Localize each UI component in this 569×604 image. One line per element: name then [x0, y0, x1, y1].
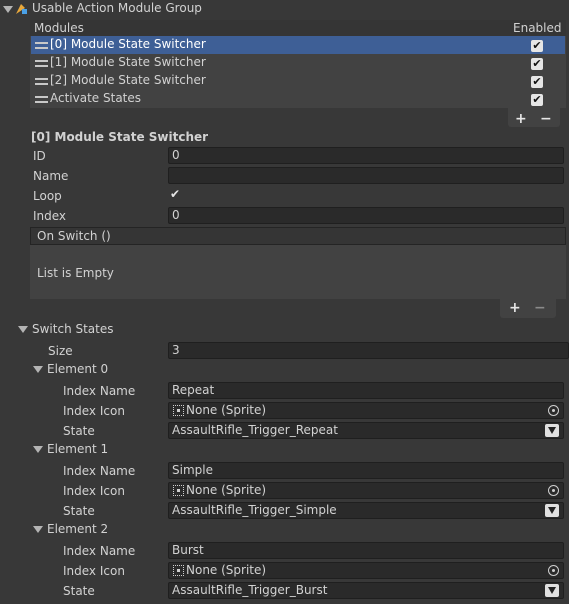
index-name-label: Index Name	[63, 464, 136, 478]
index-name-label: Index Name	[63, 544, 136, 558]
add-module-button[interactable]: +	[515, 109, 527, 129]
component-title: Usable Action Module Group	[32, 1, 202, 15]
empty-list-text: List is Empty	[37, 266, 114, 280]
index-icon-label: Index Icon	[63, 404, 125, 418]
index-icon-value: None (Sprite)	[186, 563, 267, 577]
size-field[interactable]: 3	[168, 342, 569, 359]
index-icon-label: Index Icon	[63, 564, 125, 578]
object-picker-icon[interactable]	[548, 485, 559, 496]
object-picker-icon[interactable]	[548, 405, 559, 416]
index-name-label: Index Name	[63, 384, 136, 398]
selected-module-title: [0] Module State Switcher	[31, 130, 209, 144]
state-dropdown[interactable]: AssaultRifle_Trigger_Repeat	[168, 422, 564, 439]
triangle-down-icon[interactable]	[33, 366, 43, 373]
loop-label: Loop	[33, 189, 62, 203]
enabled-checkbox[interactable]: ✔	[531, 40, 543, 52]
enabled-column-header: Enabled	[513, 21, 562, 35]
index-field[interactable]: 0	[168, 207, 564, 224]
state-label: State	[63, 504, 95, 518]
drag-handle-icon[interactable]	[35, 78, 48, 85]
name-label: Name	[33, 169, 69, 183]
loop-checkbox[interactable]: ✔	[170, 188, 182, 200]
sprite-icon	[173, 405, 184, 416]
id-label: ID	[33, 149, 46, 163]
name-field[interactable]	[168, 167, 564, 184]
id-field[interactable]: 0	[168, 147, 564, 164]
state-dropdown[interactable]: AssaultRifle_Trigger_Burst	[168, 582, 564, 599]
element-label[interactable]: Element 1	[47, 439, 108, 459]
index-name-field[interactable]: Repeat	[168, 382, 564, 399]
index-icon-field[interactable]: None (Sprite)	[168, 402, 564, 419]
index-name-field[interactable]: Burst	[168, 542, 564, 559]
modules-list-row-label: Activate States	[50, 91, 142, 105]
modules-list-row-label: [0] Module State Switcher	[50, 37, 206, 51]
on-switch-label: On Switch ()	[37, 229, 111, 243]
remove-module-button[interactable]: −	[540, 109, 552, 129]
sprite-icon	[173, 485, 184, 496]
triangle-down-icon[interactable]	[33, 446, 43, 453]
index-icon-field[interactable]: None (Sprite)	[168, 562, 564, 579]
modules-list-row-label: [2] Module State Switcher	[50, 73, 206, 87]
enabled-checkbox[interactable]: ✔	[531, 94, 543, 106]
remove-listener-button[interactable]: −	[534, 298, 546, 318]
element-label[interactable]: Element 0	[47, 359, 108, 379]
script-component-icon	[14, 2, 28, 16]
element-label[interactable]: Element 2	[47, 519, 108, 539]
index-icon-value: None (Sprite)	[186, 483, 267, 497]
drag-handle-icon[interactable]	[35, 96, 48, 103]
index-icon-field[interactable]: None (Sprite)	[168, 482, 564, 499]
modules-list-row-label: [1] Module State Switcher	[50, 55, 206, 69]
triangle-down-icon[interactable]	[18, 326, 28, 333]
state-dropdown[interactable]: AssaultRifle_Trigger_Simple	[168, 502, 564, 519]
dropdown-arrow-icon[interactable]	[545, 584, 559, 597]
dropdown-arrow-icon[interactable]	[545, 424, 559, 437]
add-listener-button[interactable]: +	[509, 298, 521, 318]
enabled-checkbox[interactable]: ✔	[531, 76, 543, 88]
header-foldout-icon[interactable]	[3, 6, 13, 13]
switch-states-label[interactable]: Switch States	[32, 319, 114, 339]
state-label: State	[63, 584, 95, 598]
object-picker-icon[interactable]	[548, 565, 559, 576]
sprite-icon	[173, 565, 184, 576]
drag-handle-icon[interactable]	[35, 60, 48, 67]
size-label: Size	[48, 344, 73, 358]
state-label: State	[63, 424, 95, 438]
enabled-checkbox[interactable]: ✔	[531, 58, 543, 70]
index-name-field[interactable]: Simple	[168, 462, 564, 479]
index-icon-label: Index Icon	[63, 484, 125, 498]
index-label: Index	[33, 209, 67, 223]
index-icon-value: None (Sprite)	[186, 403, 267, 417]
dropdown-arrow-icon[interactable]	[545, 504, 559, 517]
triangle-down-icon[interactable]	[33, 526, 43, 533]
drag-handle-icon[interactable]	[35, 42, 48, 49]
